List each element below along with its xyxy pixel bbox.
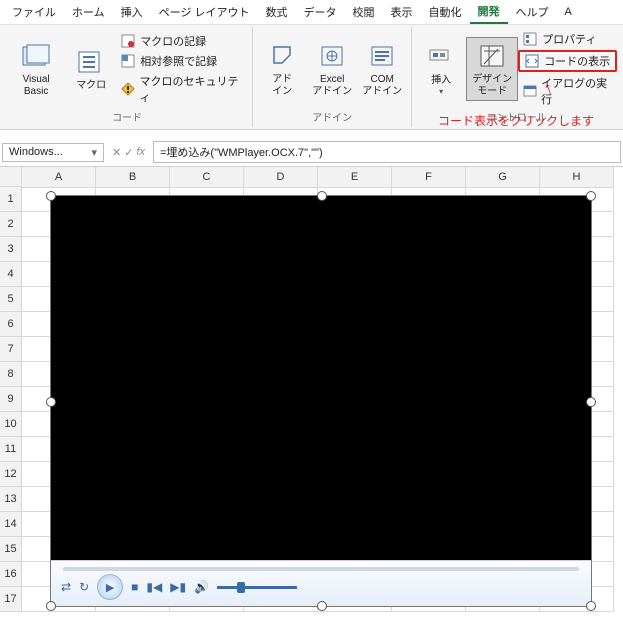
view-code-button[interactable]: コードの表示 xyxy=(518,50,617,72)
column-header[interactable]: A xyxy=(22,167,96,188)
row-header[interactable]: 6 xyxy=(0,312,22,337)
fx-icon[interactable]: fx xyxy=(136,146,145,158)
selection-handle[interactable] xyxy=(46,601,56,611)
menu-review[interactable]: 校閲 xyxy=(345,1,383,23)
excel-addins-icon xyxy=(316,40,348,72)
menu-view[interactable]: 表示 xyxy=(383,1,421,23)
excel-addins-button[interactable]: Excel アドイン xyxy=(307,38,357,100)
menu-help[interactable]: ヘルプ xyxy=(508,1,557,23)
menu-bar: ファイル ホーム 挿入 ページ レイアウト 数式 データ 校閲 表示 自動化 開… xyxy=(0,0,623,25)
design-mode-button[interactable]: デザイン モード xyxy=(466,37,518,101)
properties-icon xyxy=(522,31,538,47)
selection-handle[interactable] xyxy=(317,191,327,201)
menu-automate[interactable]: 自動化 xyxy=(421,1,470,23)
view-code-icon xyxy=(524,53,540,69)
dropdown-icon: ▾ xyxy=(91,146,97,159)
run-dialog-icon xyxy=(522,83,537,99)
row-header[interactable]: 12 xyxy=(0,462,22,487)
mute-icon[interactable]: 🔊 xyxy=(194,580,209,594)
menu-data[interactable]: データ xyxy=(296,1,345,23)
row-header[interactable]: 8 xyxy=(0,362,22,387)
enter-formula-icon[interactable]: ✓ xyxy=(124,146,133,159)
ribbon-group-addins: アド イン Excel アドイン COM アドイン アドイン xyxy=(253,27,412,127)
row-header[interactable]: 15 xyxy=(0,537,22,562)
selection-handle[interactable] xyxy=(46,191,56,201)
macro-security-icon xyxy=(120,81,135,97)
next-icon[interactable]: ▶▮ xyxy=(170,580,186,594)
selection-handle[interactable] xyxy=(317,601,327,611)
play-button[interactable]: ▶ xyxy=(97,574,123,600)
ribbon-group-code: Visual Basic マクロ マクロの記録 相対参照で記録 xyxy=(2,27,253,127)
row-header[interactable]: 2 xyxy=(0,212,22,237)
selection-handle[interactable] xyxy=(46,397,56,407)
row-header[interactable]: 16 xyxy=(0,562,22,587)
visual-basic-icon xyxy=(20,40,52,72)
properties-button[interactable]: プロパティ xyxy=(518,30,617,48)
prev-icon[interactable]: ▮◀ xyxy=(146,580,162,594)
insert-control-button[interactable]: 挿入 ▾ xyxy=(416,39,466,98)
shuffle-icon[interactable]: ⇄ xyxy=(61,580,71,594)
record-macro-icon xyxy=(120,33,136,49)
menu-page-layout[interactable]: ページ レイアウト xyxy=(151,1,258,23)
cancel-formula-icon[interactable]: ✕ xyxy=(112,146,121,159)
selection-handle[interactable] xyxy=(586,601,596,611)
column-header[interactable]: C xyxy=(170,167,244,188)
column-header[interactable]: B xyxy=(96,167,170,188)
formula-row: Windows... ▾ ✕ ✓ fx =埋め込み("WMPlayer.OCX.… xyxy=(0,138,623,167)
wmplayer-seek-track[interactable] xyxy=(63,567,579,571)
group-label-addins: アドイン xyxy=(312,108,352,125)
menu-developer[interactable]: 開発 xyxy=(470,0,508,24)
macro-security-button[interactable]: マクロのセキュリティ xyxy=(116,72,248,106)
menu-insert[interactable]: 挿入 xyxy=(113,1,151,23)
com-addins-icon xyxy=(366,40,398,72)
row-header[interactable]: 17 xyxy=(0,587,22,612)
column-header[interactable]: F xyxy=(392,167,466,188)
row-header[interactable]: 5 xyxy=(0,287,22,312)
volume-slider[interactable] xyxy=(217,586,297,589)
stop-icon[interactable]: ■ xyxy=(131,580,138,594)
row-header[interactable]: 4 xyxy=(0,262,22,287)
select-all-corner[interactable] xyxy=(0,167,22,187)
menu-more[interactable]: A xyxy=(557,3,580,21)
selection-handle[interactable] xyxy=(586,397,596,407)
column-header[interactable]: D xyxy=(244,167,318,188)
menu-home[interactable]: ホーム xyxy=(64,1,113,23)
column-header[interactable]: H xyxy=(540,167,614,188)
annotation-text: コード表示をクリックします xyxy=(438,112,594,129)
design-mode-icon xyxy=(476,40,508,72)
macros-button[interactable]: マクロ xyxy=(66,44,116,94)
dropdown-icon: ▾ xyxy=(439,87,443,96)
relative-reference-button[interactable]: 相対参照で記録 xyxy=(116,52,248,70)
formula-bar[interactable]: =埋め込み("WMPlayer.OCX.7","") xyxy=(153,141,621,163)
row-header[interactable]: 1 xyxy=(0,187,22,212)
column-header[interactable]: E xyxy=(318,167,392,188)
record-macro-button[interactable]: マクロの記録 xyxy=(116,32,248,50)
repeat-icon[interactable]: ↻ xyxy=(79,580,89,594)
embedded-object-wmplayer[interactable]: ⇄ ↻ ▶ ■ ▮◀ ▶▮ 🔊 xyxy=(50,195,592,607)
row-header[interactable]: 3 xyxy=(0,237,22,262)
run-dialog-button[interactable]: イアログの実行 xyxy=(518,74,617,108)
com-addins-button[interactable]: COM アドイン xyxy=(357,38,407,100)
wmplayer-video-area xyxy=(51,196,591,561)
menu-file[interactable]: ファイル xyxy=(4,1,64,23)
addins-icon xyxy=(266,40,298,72)
selection-handle[interactable] xyxy=(586,191,596,201)
relative-reference-icon xyxy=(120,53,136,69)
row-header[interactable]: 11 xyxy=(0,437,22,462)
row-header[interactable]: 9 xyxy=(0,387,22,412)
macros-icon xyxy=(75,46,107,78)
name-box[interactable]: Windows... ▾ xyxy=(2,143,104,162)
column-header[interactable]: G xyxy=(466,167,540,188)
row-header[interactable]: 14 xyxy=(0,512,22,537)
insert-control-icon xyxy=(425,41,457,73)
group-label-code: コード xyxy=(112,108,142,125)
visual-basic-button[interactable]: Visual Basic xyxy=(6,38,66,100)
row-header[interactable]: 10 xyxy=(0,412,22,437)
row-header[interactable]: 13 xyxy=(0,487,22,512)
row-header[interactable]: 7 xyxy=(0,337,22,362)
addins-button[interactable]: アド イン xyxy=(257,38,307,100)
wmplayer-control-bar: ⇄ ↻ ▶ ■ ▮◀ ▶▮ 🔊 xyxy=(51,560,591,606)
menu-formulas[interactable]: 数式 xyxy=(258,1,296,23)
